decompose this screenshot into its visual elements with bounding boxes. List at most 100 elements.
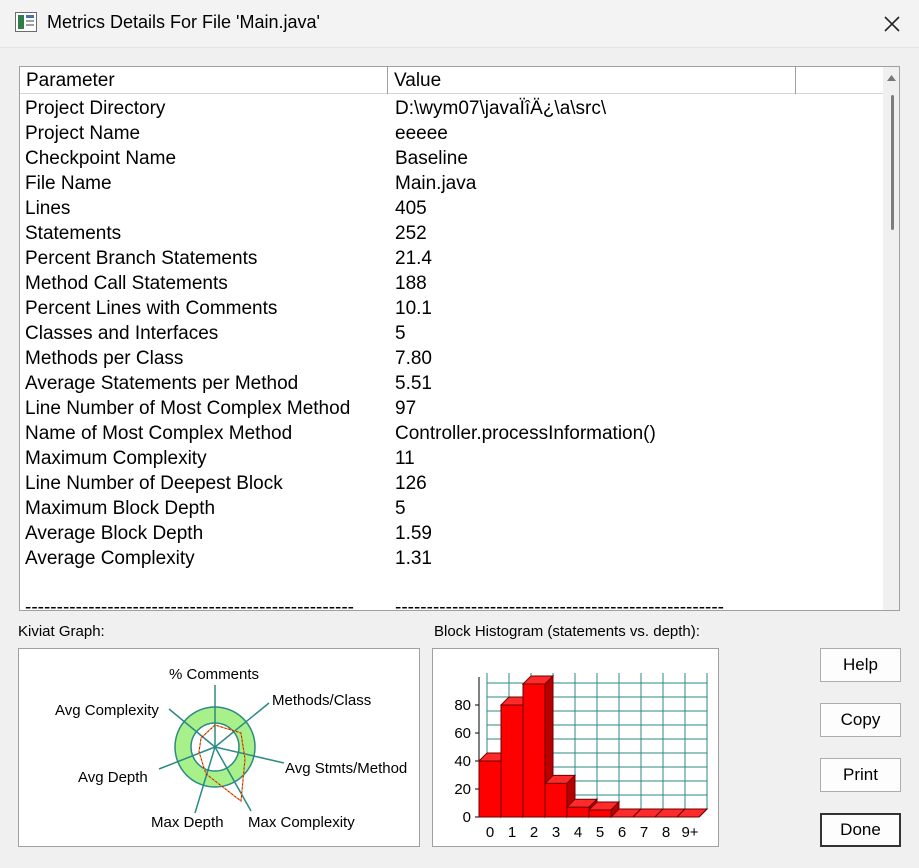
- table-row[interactable]: Average Block Depth 1.59: [20, 521, 883, 546]
- close-button[interactable]: [873, 10, 911, 38]
- histogram-x-tick-label: 9+: [681, 824, 698, 841]
- kiviat-axis-avg-stmts: Avg Stmts/Method: [285, 760, 407, 777]
- value-cell: Baseline: [395, 148, 468, 169]
- parameter-cell: Line Number of Deepest Block: [25, 473, 283, 494]
- window-title: Metrics Details For File 'Main.java': [47, 12, 320, 32]
- value-cell: 7.80: [395, 348, 432, 369]
- value-cell: Controller.processInformation(): [395, 423, 656, 444]
- parameter-cell: Classes and Interfaces: [25, 323, 219, 344]
- table-row[interactable]: Methods per Class 7.80: [20, 346, 883, 371]
- value-cell: 126: [395, 473, 427, 494]
- vertical-scrollbar[interactable]: [883, 67, 899, 610]
- value-cell: D:\wym07\javaÏîÄ¿\a\src\: [395, 98, 607, 119]
- table-row[interactable]: Maximum Block Depth 5: [20, 496, 883, 521]
- table-row[interactable]: Project Directory D:\wym07\javaÏîÄ¿\a\src…: [20, 96, 883, 121]
- kiviat-axis-max-complexity: Max Complexity: [248, 814, 355, 831]
- scroll-up-arrow-icon[interactable]: [887, 75, 896, 81]
- kiviat-axis-methods-class: Methods/Class: [272, 692, 371, 709]
- histogram-bar: [566, 806, 590, 818]
- separator-parameter: ----------------------------------------…: [25, 597, 355, 611]
- table-row[interactable]: Checkpoint Name Baseline: [20, 146, 883, 171]
- histogram-y-tick-label: 20: [454, 781, 471, 798]
- parameter-cell: Percent Lines with Comments: [25, 298, 278, 319]
- metrics-list[interactable]: Parameter Value Project Directory D:\wym0…: [19, 66, 900, 611]
- parameter-cell: Statements: [25, 223, 122, 244]
- histogram-bar: [500, 704, 524, 818]
- histogram-x-tick-label: 1: [508, 824, 516, 841]
- parameter-cell: Maximum Complexity: [25, 448, 207, 469]
- value-cell: 97: [395, 398, 417, 419]
- parameter-cell: Checkpoint Name: [25, 148, 177, 169]
- separator-row: ----------------------------------------…: [20, 595, 883, 611]
- window-app-icon: [15, 12, 37, 32]
- histogram-y-tick-label: 80: [454, 697, 471, 714]
- column-header-value[interactable]: Value: [388, 67, 796, 94]
- table-row[interactable]: Classes and Interfaces 5: [20, 321, 883, 346]
- title-bar: Metrics Details For File 'Main.java': [0, 0, 919, 48]
- value-cell: 11: [395, 448, 415, 469]
- histogram-x-tick-label: 4: [574, 824, 582, 841]
- help-button[interactable]: Help: [820, 648, 901, 682]
- kiviat-axis-avg-complexity: Avg Complexity: [55, 702, 159, 719]
- table-row[interactable]: Statements 252: [20, 221, 883, 246]
- histogram-bar: [544, 782, 568, 818]
- kiviat-axis-max-depth: Max Depth: [151, 814, 224, 831]
- parameter-cell: Average Complexity: [25, 548, 195, 569]
- parameter-cell: Average Block Depth: [25, 523, 204, 544]
- block-histogram: 0 20 40 60 80 0 1 2 3 4 5 6 7 8 9+: [432, 648, 719, 847]
- value-cell: 405: [395, 198, 427, 219]
- histogram-x-tick-label: 8: [662, 824, 670, 841]
- table-row[interactable]: Line Number of Deepest Block 126: [20, 471, 883, 496]
- parameter-cell: Name of Most Complex Method: [25, 423, 293, 444]
- scrollbar-thumb[interactable]: [891, 95, 894, 230]
- histogram-y-tick-label: 40: [454, 753, 471, 770]
- kiviat-label: Kiviat Graph:: [18, 623, 105, 640]
- separator-value: ----------------------------------------…: [395, 597, 725, 611]
- histogram-x-tick-label: 6: [618, 824, 626, 841]
- table-row[interactable]: Average Statements per Method 5.51: [20, 371, 883, 396]
- value-cell: eeeee: [395, 123, 448, 144]
- table-row[interactable]: Name of Most Complex Method Controller.pr…: [20, 421, 883, 446]
- parameter-cell: Percent Branch Statements: [25, 248, 258, 269]
- parameter-cell: Project Name: [25, 123, 141, 144]
- table-row[interactable]: File Name Main.java: [20, 171, 883, 196]
- list-header: Parameter Value: [20, 67, 883, 94]
- metrics-rows: Project Directory D:\wym07\javaÏîÄ¿\a\src…: [20, 96, 883, 571]
- table-row[interactable]: Maximum Complexity 11: [20, 446, 883, 471]
- table-row[interactable]: Percent Lines with Comments 10.1: [20, 296, 883, 321]
- print-button[interactable]: Print: [820, 758, 901, 792]
- histogram-bar: [522, 683, 546, 818]
- value-cell: 5.51: [395, 373, 432, 394]
- value-cell: 188: [395, 273, 427, 294]
- kiviat-axis-avg-depth: Avg Depth: [78, 769, 148, 786]
- value-cell: 21.4: [395, 248, 432, 269]
- column-header-parameter[interactable]: Parameter: [20, 67, 388, 94]
- value-cell: 5: [395, 323, 406, 344]
- parameter-cell: Methods per Class: [25, 348, 184, 369]
- value-cell: 10.1: [395, 298, 432, 319]
- table-row[interactable]: Method Call Statements 188: [20, 271, 883, 296]
- value-cell: Main.java: [395, 173, 477, 194]
- table-row[interactable]: Line Number of Most Complex Method 97: [20, 396, 883, 421]
- kiviat-graph: % Comments Methods/Class Avg Stmts/Metho…: [18, 648, 420, 847]
- histogram-x-tick-label: 2: [530, 824, 538, 841]
- table-row[interactable]: Average Complexity 1.31: [20, 546, 883, 571]
- parameter-cell: Project Directory: [25, 98, 166, 119]
- value-cell: 5: [395, 498, 406, 519]
- parameter-cell: Line Number of Most Complex Method: [25, 398, 351, 419]
- kiviat-axis-comments: % Comments: [169, 666, 259, 683]
- value-cell: 252: [395, 223, 427, 244]
- histogram-x-tick-label: 5: [596, 824, 604, 841]
- histogram-x-tick-label: 3: [552, 824, 560, 841]
- parameter-cell: File Name: [25, 173, 112, 194]
- table-row[interactable]: Percent Branch Statements 21.4: [20, 246, 883, 271]
- done-button[interactable]: Done: [820, 813, 901, 847]
- parameter-cell: Method Call Statements: [25, 273, 228, 294]
- copy-button[interactable]: Copy: [820, 703, 901, 737]
- histogram-y-tick-label: 60: [454, 725, 471, 742]
- parameter-cell: Maximum Block Depth: [25, 498, 216, 519]
- value-cell: 1.31: [395, 548, 432, 569]
- table-row[interactable]: Project Name eeeee: [20, 121, 883, 146]
- close-icon: [884, 16, 900, 32]
- table-row[interactable]: Lines 405: [20, 196, 883, 221]
